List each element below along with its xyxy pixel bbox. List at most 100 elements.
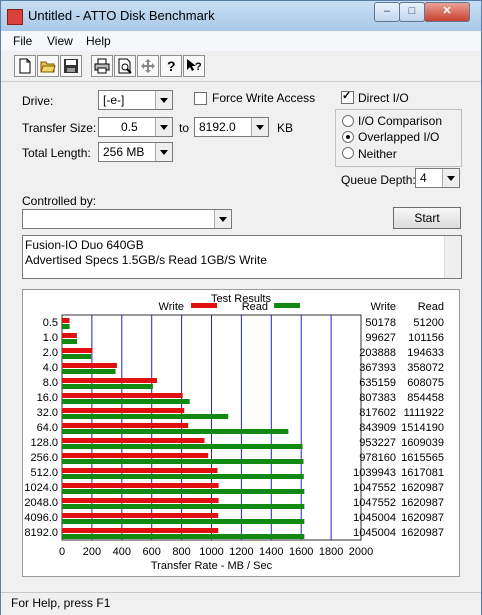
category-label: 256.0 — [30, 452, 58, 464]
category-label: 4.0 — [43, 362, 58, 374]
context-help-icon[interactable]: ? — [183, 55, 205, 77]
category-label: 512.0 — [30, 467, 58, 479]
category-label: 2.0 — [43, 347, 58, 359]
overlapped-io-radio[interactable] — [342, 131, 354, 143]
write-bar — [62, 348, 93, 353]
chevron-down-icon[interactable] — [155, 118, 172, 136]
category-label: 0.5 — [43, 317, 58, 329]
write-bar — [62, 393, 183, 398]
x-tick-label: 1200 — [229, 546, 253, 558]
read-value: 1609039 — [401, 437, 444, 449]
svg-text:?: ? — [167, 58, 176, 74]
menu-file[interactable]: File — [13, 34, 32, 48]
direct-io-label: Direct I/O — [358, 91, 409, 105]
write-value: 50178 — [365, 317, 396, 329]
open-icon[interactable] — [37, 55, 59, 77]
start-button[interactable]: Start — [393, 207, 461, 229]
read-value: 1620987 — [401, 512, 444, 524]
x-tick-label: 800 — [172, 546, 190, 558]
app-icon — [7, 9, 23, 25]
chevron-down-icon[interactable] — [155, 91, 172, 109]
maximize-button[interactable]: □ — [399, 2, 425, 22]
queue-depth-label: Queue Depth: — [341, 173, 416, 187]
drive-value: [-e-] — [103, 93, 125, 107]
controlled-by-label: Controlled by: — [22, 194, 97, 208]
chevron-down-icon[interactable] — [251, 118, 268, 136]
to-label: to — [179, 121, 190, 135]
menu-help[interactable]: Help — [86, 34, 111, 48]
print-preview-icon[interactable] — [114, 55, 136, 77]
status-bar: For Help, press F1 — [1, 592, 481, 615]
write-value: 1047552 — [353, 497, 396, 509]
write-value: 817602 — [359, 407, 396, 419]
write-value: 635159 — [359, 377, 396, 389]
title-bar[interactable]: Untitled - ATTO Disk Benchmark – □ ✕ — [1, 1, 481, 31]
io-comparison-label: I/O Comparison — [358, 114, 443, 128]
category-label: 8.0 — [43, 377, 58, 389]
write-bar — [62, 423, 189, 428]
queue-depth-select[interactable]: 4 — [415, 168, 460, 188]
write-value: 99627 — [365, 332, 396, 344]
test-results-panel: Test Results Write Read Write Read 0 200 400 600… — [22, 289, 460, 577]
read-value: 1615565 — [401, 452, 444, 464]
print-icon[interactable] — [91, 55, 113, 77]
overlapped-io-label: Overlapped I/O — [358, 130, 440, 144]
help-icon[interactable]: ? — [160, 55, 182, 77]
read-value: 194633 — [407, 347, 444, 359]
chevron-down-icon[interactable] — [155, 143, 172, 161]
read-bar — [62, 444, 303, 449]
drive-select[interactable]: [-e-] — [98, 90, 173, 110]
read-bar — [62, 339, 78, 344]
read-value: 608075 — [407, 377, 444, 389]
total-length-value: 256 MB — [103, 145, 145, 159]
transfer-to-value: 8192.0 — [199, 120, 236, 134]
total-length-select[interactable]: 256 MB — [98, 142, 173, 162]
save-icon[interactable] — [60, 55, 82, 77]
total-length-label: Total Length: — [22, 146, 91, 160]
description-field[interactable]: Fusion-IO Duo 640GB Advertised Specs 1.5… — [22, 235, 462, 279]
read-bar — [62, 504, 305, 509]
write-bar — [62, 318, 70, 323]
controlled-by-select[interactable] — [22, 209, 232, 229]
read-value: 51200 — [413, 317, 444, 329]
x-tick-label: 400 — [113, 546, 131, 558]
read-value: 1111922 — [404, 407, 444, 419]
transfer-size-from-select[interactable]: 0.5 — [98, 117, 173, 137]
close-button[interactable]: ✕ — [424, 2, 470, 22]
write-value: 367393 — [359, 362, 396, 374]
io-comparison-radio[interactable] — [342, 115, 354, 127]
category-label: 1.0 — [43, 332, 58, 344]
chevron-down-icon[interactable] — [442, 169, 459, 187]
chevron-down-icon[interactable] — [214, 210, 231, 228]
category-label: 1024.0 — [24, 482, 58, 494]
write-bar — [62, 363, 117, 368]
menu-view[interactable]: View — [47, 34, 73, 48]
legend-write-swatch — [191, 303, 217, 308]
read-bar — [62, 519, 305, 524]
read-value: 1620987 — [401, 527, 444, 539]
write-bar — [62, 513, 219, 518]
description-scrollbar[interactable] — [444, 236, 461, 278]
force-write-checkbox[interactable] — [194, 92, 207, 105]
write-bar — [62, 333, 77, 338]
read-value: 101156 — [408, 332, 444, 344]
transfer-from-value: 0.5 — [121, 120, 138, 134]
neither-radio[interactable] — [342, 147, 354, 159]
x-tick-label: 1600 — [289, 546, 313, 558]
write-bar — [62, 408, 185, 413]
read-value: 358072 — [407, 362, 444, 374]
write-value: 1045004 — [353, 512, 396, 524]
transfer-size-to-select[interactable]: 8192.0 — [194, 117, 269, 137]
description-line-1: Fusion-IO Duo 640GB — [25, 238, 144, 252]
read-bar — [62, 384, 153, 389]
minimize-button[interactable]: – — [374, 2, 400, 22]
write-value: 1039943 — [353, 467, 396, 479]
read-bar — [62, 399, 190, 404]
read-value: 1620987 — [401, 497, 444, 509]
category-label: 32.0 — [37, 407, 58, 419]
category-label: 128.0 — [30, 437, 58, 449]
x-tick-label: 2000 — [349, 546, 373, 558]
new-icon[interactable] — [14, 55, 36, 77]
move-icon[interactable] — [137, 55, 159, 77]
direct-io-checkbox[interactable] — [341, 89, 354, 104]
